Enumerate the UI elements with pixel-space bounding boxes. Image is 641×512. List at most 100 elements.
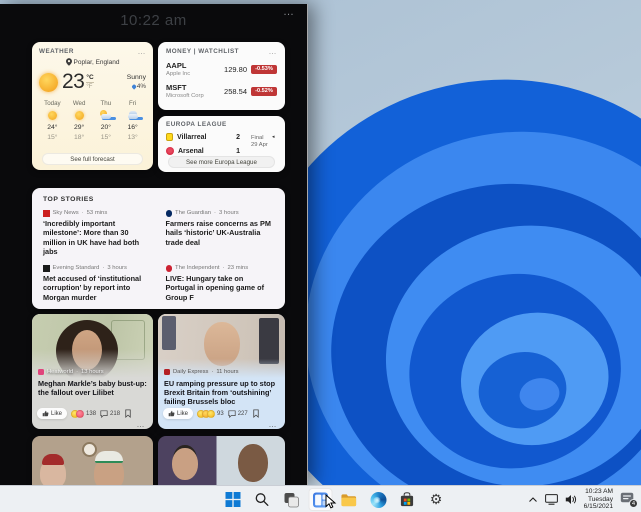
news-card-brexit[interactable]: Daily Express · 11 hours EU ramping pres… bbox=[158, 314, 285, 429]
search-button[interactable] bbox=[250, 488, 274, 511]
tray-clock[interactable]: 10:23 AM Tuesday 6/15/2021 bbox=[584, 488, 613, 510]
forecast-day-label: Today bbox=[44, 100, 61, 107]
start-button[interactable] bbox=[221, 488, 245, 511]
stock-company: Microsoft Corp bbox=[166, 93, 204, 99]
precipitation-value: 4% bbox=[137, 83, 146, 90]
news-card-menu-button[interactable]: … bbox=[137, 420, 146, 429]
sunny-icon bbox=[46, 110, 58, 122]
story-headline[interactable]: LIVE: Hungary take on Portugal in openin… bbox=[166, 274, 275, 302]
windows-logo-icon bbox=[226, 492, 241, 507]
forecast-day-label: Thu bbox=[101, 100, 112, 107]
bookmark-icon[interactable] bbox=[252, 409, 260, 418]
comment-icon bbox=[228, 410, 236, 418]
story-item[interactable]: The Guardian · 3 hours Farmers raise con… bbox=[166, 210, 275, 256]
reactions-button[interactable]: 138 bbox=[71, 410, 96, 418]
story-source: The Independent bbox=[175, 265, 220, 271]
mouse-cursor bbox=[325, 494, 337, 510]
story-age: 3 hours bbox=[107, 265, 127, 271]
money-menu-button[interactable]: … bbox=[269, 50, 278, 54]
story-item[interactable]: Sky News · 53 mins ‘Incredibly important… bbox=[43, 210, 152, 256]
notification-count-badge: 4 bbox=[629, 499, 638, 508]
sun-showers-icon bbox=[100, 110, 112, 122]
story-item[interactable]: The Independent · 23 mins LIVE: Hungary … bbox=[166, 265, 275, 302]
settings-button[interactable]: ⚙ bbox=[424, 488, 448, 511]
thumbs-up-icon bbox=[42, 410, 49, 417]
news-headline[interactable]: Meghan Markle’s baby bust-up: the fallou… bbox=[38, 379, 147, 397]
story-headline[interactable]: ‘Incredibly important milestone’: More t… bbox=[43, 219, 152, 256]
task-view-button[interactable] bbox=[279, 488, 303, 511]
story-headline[interactable]: Met accused of ‘institutional corruption… bbox=[43, 274, 152, 302]
story-item[interactable]: Evening Standard · 3 hours Met accused o… bbox=[43, 265, 152, 302]
news-age: 11 hours bbox=[216, 369, 238, 375]
reactions-button[interactable]: 93 bbox=[197, 410, 224, 418]
forecast-high: 16° bbox=[127, 124, 137, 131]
europa-league-widget[interactable]: EUROPA LEAGUE Villarreal 2 ◂ Arsenal 1 F… bbox=[158, 116, 285, 172]
notification-center-button[interactable]: 4 bbox=[620, 492, 636, 507]
bookmark-icon[interactable] bbox=[124, 409, 132, 418]
reaction-count: 138 bbox=[86, 411, 96, 417]
news-headline[interactable]: EU ramping pressure up to stop Brexit Br… bbox=[164, 379, 279, 407]
news-card-menu-button[interactable]: … bbox=[269, 420, 278, 429]
news-card-partial-right[interactable] bbox=[158, 436, 285, 485]
story-age: 53 mins bbox=[87, 210, 108, 216]
like-button[interactable]: Like bbox=[163, 408, 193, 419]
forecast-low: 18° bbox=[74, 134, 84, 141]
comments-button[interactable]: 227 bbox=[228, 410, 248, 418]
edge-button[interactable] bbox=[366, 488, 390, 511]
file-explorer-button[interactable] bbox=[337, 488, 361, 511]
weather-widget[interactable]: WEATHER … Poplar, England 23 °C °F Sunny… bbox=[32, 42, 153, 170]
unit-fahrenheit-toggle[interactable]: °F bbox=[86, 83, 93, 90]
stock-company: Apple Inc bbox=[166, 71, 190, 77]
story-source: Evening Standard bbox=[53, 265, 100, 271]
microsoft-store-button[interactable] bbox=[395, 488, 419, 511]
search-icon bbox=[255, 492, 270, 507]
stock-change-badge: -0.53% bbox=[251, 65, 277, 74]
stock-symbol: AAPL bbox=[166, 61, 190, 70]
news-card-meghan[interactable]: Heatworld · 13 hours Meghan Markle’s bab… bbox=[32, 314, 153, 429]
like-label: Like bbox=[177, 411, 188, 417]
task-view-icon bbox=[283, 492, 299, 508]
news-source: Daily Express bbox=[173, 369, 208, 375]
precipitation-icon bbox=[131, 84, 136, 89]
see-more-europa-league-button[interactable]: See more Europa League bbox=[168, 156, 275, 168]
story-headline[interactable]: Farmers raise concerns as PM hails ‘hist… bbox=[166, 219, 275, 247]
news-age: 13 hours bbox=[81, 369, 104, 375]
speaker-icon[interactable] bbox=[565, 494, 577, 505]
story-separator: · bbox=[82, 210, 84, 216]
network-icon[interactable] bbox=[545, 494, 558, 505]
forecast-day-label: Wed bbox=[73, 100, 86, 107]
like-button[interactable]: Like bbox=[37, 408, 67, 419]
weather-location: Poplar, England bbox=[74, 59, 120, 66]
heatworld-favicon-icon bbox=[38, 369, 44, 375]
away-team-score: 1 bbox=[236, 148, 240, 155]
europa-league-title: EUROPA LEAGUE bbox=[166, 121, 227, 128]
money-title: MONEY | WATCHLIST bbox=[166, 48, 239, 55]
top-stories-widget[interactable]: TOP STORIES Sky News · 53 mins ‘Incredib… bbox=[32, 188, 285, 309]
comments-button[interactable]: 218 bbox=[100, 410, 120, 418]
forecast-low: 15° bbox=[101, 134, 111, 141]
heart-emoji-icon bbox=[76, 410, 84, 418]
wall-clock-graphic bbox=[82, 442, 97, 457]
see-full-forecast-button[interactable]: See full forecast bbox=[42, 153, 144, 165]
top-stories-title: TOP STORIES bbox=[43, 196, 94, 203]
weather-condition: Sunny bbox=[127, 74, 146, 81]
guardian-favicon-icon bbox=[166, 210, 173, 217]
tray-chevron-up-icon[interactable] bbox=[528, 496, 538, 504]
stock-row[interactable]: AAPL Apple Inc 129.80 -0.53% bbox=[166, 61, 277, 77]
story-source: Sky News bbox=[53, 210, 79, 216]
daily-express-favicon-icon bbox=[164, 369, 170, 375]
comment-icon bbox=[100, 410, 108, 418]
reaction-count: 93 bbox=[217, 411, 224, 417]
news-card-partial-left[interactable] bbox=[32, 436, 153, 485]
sunny-icon bbox=[39, 73, 58, 92]
sunny-icon bbox=[73, 110, 85, 122]
unit-celsius-toggle[interactable]: °C bbox=[86, 74, 93, 83]
widgets-panel-menu-button[interactable]: … bbox=[283, 6, 295, 18]
widgets-panel: 10:22 am … WEATHER … Poplar, England 23 … bbox=[0, 4, 308, 485]
showers-icon bbox=[127, 110, 139, 122]
stock-row[interactable]: MSFT Microsoft Corp 258.54 -0.52% bbox=[166, 83, 277, 99]
money-watchlist-widget[interactable]: MONEY | WATCHLIST … AAPL Apple Inc 129.8… bbox=[158, 42, 285, 110]
forecast-day: Today 24° 15° bbox=[39, 100, 66, 141]
forecast-low: 13° bbox=[127, 134, 137, 141]
weather-menu-button[interactable]: … bbox=[138, 50, 147, 54]
